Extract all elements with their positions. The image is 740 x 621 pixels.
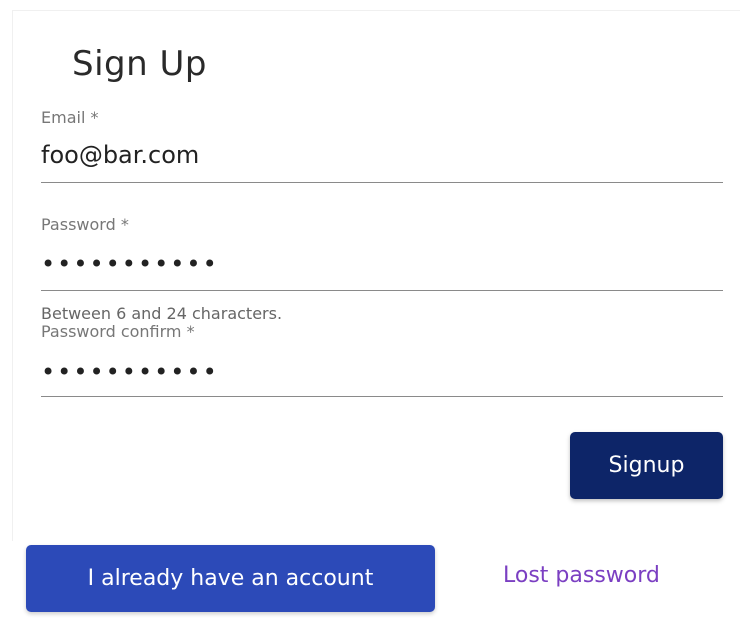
password-confirm-input[interactable]: ••••••••••• [41,355,723,389]
password-field: Password * ••••••••••• [41,215,723,293]
password-input[interactable]: ••••••••••• [41,247,723,281]
password-confirm-field: Password confirm * ••••••••••• [41,322,723,400]
page-title: Sign Up [72,44,207,84]
password-helper-text: Between 6 and 24 characters. [41,304,283,323]
signup-button[interactable]: Signup [570,432,723,499]
signup-page: Sign Up Email * Password * ••••••••••• B… [0,0,740,621]
password-confirm-underline [41,396,723,397]
password-confirm-label: Password confirm * [41,322,195,341]
password-underline [41,290,723,291]
lost-password-link[interactable]: Lost password [503,563,660,588]
password-label: Password * [41,215,129,234]
already-have-account-button[interactable]: I already have an account [26,545,435,612]
email-field: Email * [41,108,723,186]
email-label: Email * [41,108,99,127]
email-input[interactable] [41,138,723,172]
email-underline [41,182,723,183]
